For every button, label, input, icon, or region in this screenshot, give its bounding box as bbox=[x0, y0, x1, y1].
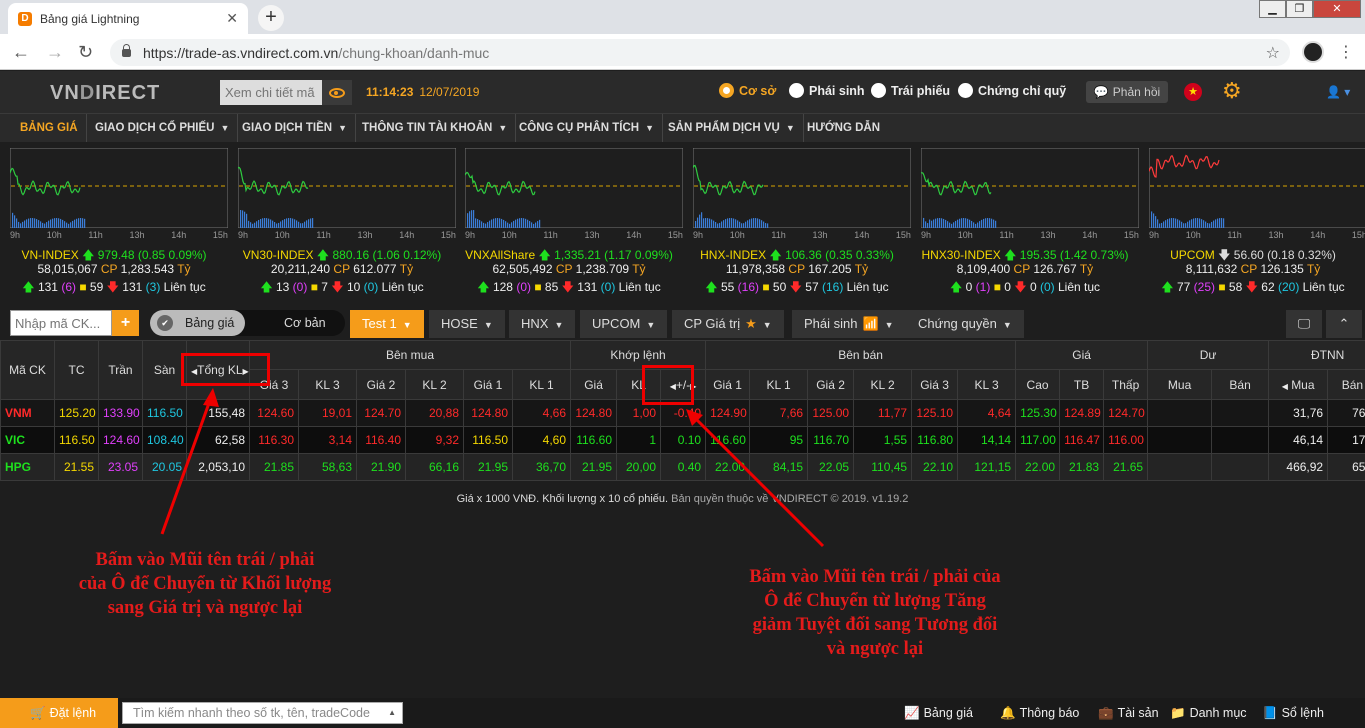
bottom-bang-gia[interactable]: 📈 Bảng giá bbox=[904, 698, 973, 728]
bottom-bar: 🛒 Đặt lệnh Tìm kiếm nhanh theo số tk, tên… bbox=[0, 698, 1365, 728]
annotation-arrow-left bbox=[160, 391, 215, 535]
annotation-arrow-right bbox=[688, 411, 825, 548]
cart-icon: 🛒 bbox=[30, 706, 46, 720]
bottom-tai-san[interactable]: 💼 Tài sản bbox=[1098, 698, 1159, 728]
bottom-thong-bao[interactable]: 🔔 Thông báo bbox=[1000, 698, 1079, 728]
quick-search-input[interactable]: Tìm kiếm nhanh theo số tk, tên, tradeCod… bbox=[122, 702, 403, 724]
folder-icon: 📁 bbox=[1170, 706, 1186, 720]
place-order-button[interactable]: 🛒 Đặt lệnh bbox=[0, 698, 118, 728]
line-chart-icon: 📈 bbox=[904, 706, 920, 720]
book-icon: 📘 bbox=[1262, 706, 1278, 720]
annotation-right-note: Bấm vào Mũi tên trái / phải của Ô để Chu… bbox=[749, 567, 1001, 659]
annotation-left-note: Bấm vào Mũi tên trái / phải của Ô để Chu… bbox=[78, 550, 332, 618]
bottom-so-lenh[interactable]: 📘 Sổ lệnh bbox=[1262, 698, 1324, 728]
annotation-arrowhead-left bbox=[203, 388, 219, 407]
wallet-icon: 💼 bbox=[1098, 706, 1114, 720]
bottom-danh-muc[interactable]: 📁 Danh mục bbox=[1170, 698, 1247, 728]
dropdown-icon[interactable]: ▲▼ bbox=[388, 703, 396, 728]
bell-icon: 🔔 bbox=[1000, 706, 1016, 720]
